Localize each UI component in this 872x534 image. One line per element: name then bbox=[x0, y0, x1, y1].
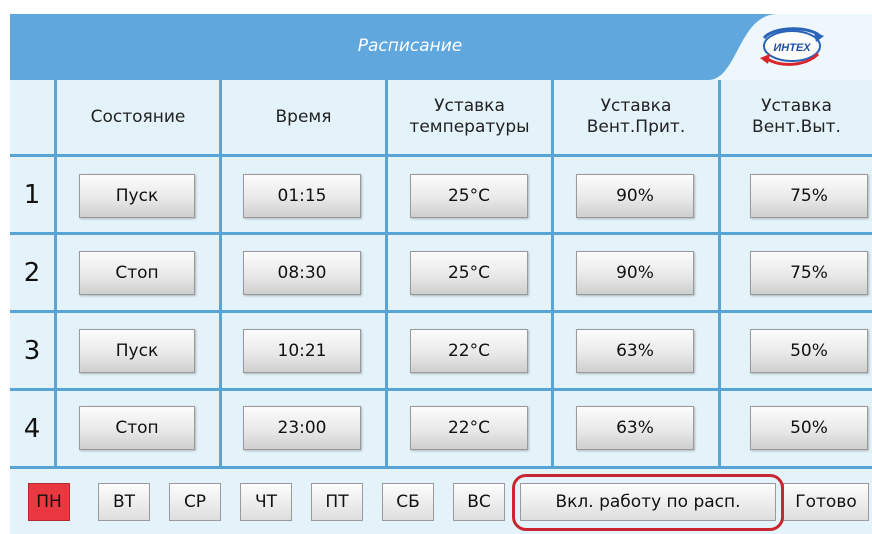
exhaust-fan-button[interactable]: 50% bbox=[750, 406, 868, 450]
state-button[interactable]: Стоп bbox=[79, 406, 195, 450]
state-button[interactable]: Пуск bbox=[79, 174, 195, 218]
temperature-button[interactable]: 25°C bbox=[410, 251, 528, 295]
state-button[interactable]: Стоп bbox=[79, 251, 195, 295]
time-button[interactable]: 10:21 bbox=[243, 329, 361, 373]
temperature-button[interactable]: 25°C bbox=[410, 174, 528, 218]
grid-line bbox=[10, 232, 872, 235]
header-label: Уставка bbox=[434, 96, 505, 116]
logo: ИНТЕХ bbox=[708, 14, 872, 80]
intex-logo-icon: ИНТЕХ bbox=[708, 14, 872, 80]
day-button-thu[interactable]: ЧТ bbox=[240, 483, 292, 521]
header-temperature: Уставка температуры bbox=[388, 80, 551, 154]
header-label: Вент.Выт. bbox=[752, 117, 841, 137]
done-button[interactable]: Готово bbox=[783, 483, 869, 521]
day-button-mon[interactable]: ПН bbox=[28, 483, 70, 521]
temperature-button[interactable]: 22°C bbox=[410, 406, 528, 450]
header-label: Состояние bbox=[90, 106, 186, 127]
state-button[interactable]: Пуск bbox=[79, 329, 195, 373]
exhaust-fan-button[interactable]: 75% bbox=[750, 251, 868, 295]
grid-line bbox=[10, 466, 872, 469]
row-number: 2 bbox=[23, 257, 41, 288]
supply-fan-button[interactable]: 90% bbox=[576, 174, 694, 218]
day-button-wed[interactable]: СР bbox=[169, 483, 221, 521]
header-state: Состояние bbox=[57, 80, 219, 154]
highlight-outline bbox=[512, 474, 784, 531]
title-bar: Расписание ИНТЕХ bbox=[10, 14, 872, 80]
supply-fan-button[interactable]: 90% bbox=[576, 251, 694, 295]
time-button[interactable]: 08:30 bbox=[243, 251, 361, 295]
time-button[interactable]: 01:15 bbox=[243, 174, 361, 218]
day-button-sun[interactable]: ВС bbox=[453, 483, 505, 521]
temperature-button[interactable]: 22°C bbox=[410, 329, 528, 373]
row-number: 3 bbox=[23, 335, 41, 366]
day-button-tue[interactable]: ВТ bbox=[98, 483, 150, 521]
header-time: Время bbox=[222, 80, 385, 154]
page-title: Расписание bbox=[357, 36, 463, 56]
header-exhaust-fan: Уставка Вент.Выт. bbox=[721, 80, 872, 154]
day-button-sat[interactable]: СБ bbox=[382, 483, 434, 521]
supply-fan-button[interactable]: 63% bbox=[576, 406, 694, 450]
grid-line bbox=[10, 154, 872, 157]
row-number: 4 bbox=[23, 413, 41, 444]
header-label: Уставка bbox=[761, 96, 832, 116]
header-label: температуры bbox=[409, 117, 530, 137]
supply-fan-button[interactable]: 63% bbox=[576, 329, 694, 373]
day-button-fri[interactable]: ПТ bbox=[311, 483, 363, 521]
logo-text: ИНТЕХ bbox=[773, 42, 811, 54]
header-supply-fan: Уставка Вент.Прит. bbox=[554, 80, 718, 154]
time-button[interactable]: 23:00 bbox=[243, 406, 361, 450]
header-label: Вент.Прит. bbox=[586, 117, 686, 137]
header-label: Время bbox=[275, 106, 332, 127]
exhaust-fan-button[interactable]: 75% bbox=[750, 174, 868, 218]
exhaust-fan-button[interactable]: 50% bbox=[750, 329, 868, 373]
grid-line bbox=[10, 310, 872, 313]
row-number: 1 bbox=[23, 179, 41, 210]
schedule-screen: Расписание ИНТЕХ Состояние Время Уставка… bbox=[10, 14, 872, 534]
grid-line bbox=[10, 388, 872, 391]
header-label: Уставка bbox=[600, 96, 672, 116]
